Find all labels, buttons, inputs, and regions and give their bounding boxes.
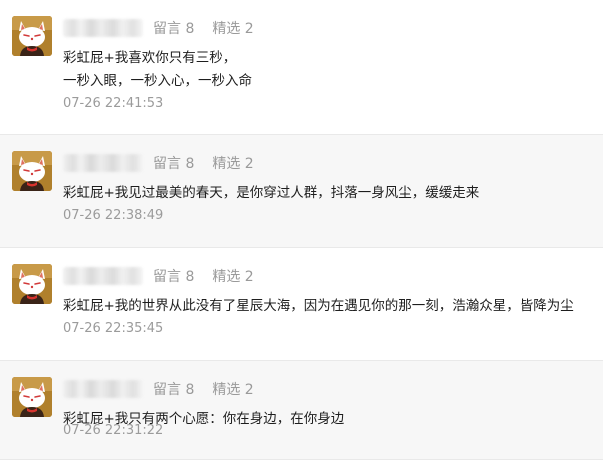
comment-meta: 留言 8 精选 2 bbox=[63, 151, 254, 175]
fox-mask-cat-icon[interactable] bbox=[12, 16, 52, 56]
comment-meta: 留言 8 精选 2 bbox=[63, 16, 254, 40]
author-name-blurred bbox=[63, 267, 143, 285]
comment-item: 留言 8 精选 2 彩虹屁+我见过最美的春天，是你穿过人群，抖落一身风尘，缓缓走… bbox=[0, 135, 603, 248]
comment-item: 留言 8 精选 2 彩虹屁+我的世界从此没有了星辰大海，因为在遇见你的那一刻，浩… bbox=[0, 248, 603, 361]
comment-timestamp: 07-26 22:41:53 bbox=[63, 96, 164, 111]
comment-line: 彩虹屁+我的世界从此没有了星辰大海，因为在遇见你的那一刻，浩瀚众星，皆降为尘 bbox=[63, 298, 574, 314]
comment-timestamp: 07-26 22:35:45 bbox=[63, 321, 164, 336]
featured-count: 精选 2 bbox=[212, 382, 254, 398]
author-name-blurred bbox=[63, 380, 143, 398]
featured-count: 精选 2 bbox=[212, 269, 254, 285]
comment-line: 一秒入眼，一秒入心，一秒入命 bbox=[63, 73, 252, 89]
fox-mask-cat-icon[interactable] bbox=[12, 377, 52, 417]
author-name-blurred bbox=[63, 154, 143, 172]
comment-meta: 留言 8 精选 2 bbox=[63, 264, 254, 288]
comment-text: 彩虹屁+我喜欢你只有三秒， 一秒入眼，一秒入心，一秒入命 bbox=[63, 47, 252, 93]
comment-timestamp: 07-26 22:31:22 bbox=[63, 423, 164, 438]
fox-mask-cat-icon[interactable] bbox=[12, 264, 52, 304]
comment-text: 彩虹屁+我的世界从此没有了星辰大海，因为在遇见你的那一刻，浩瀚众星，皆降为尘 bbox=[63, 295, 574, 318]
message-count: 留言 8 bbox=[153, 21, 195, 37]
message-count: 留言 8 bbox=[153, 156, 195, 172]
comment-item: 留言 8 精选 2 彩虹屁+我喜欢你只有三秒， 一秒入眼，一秒入心，一秒入命 07… bbox=[0, 0, 603, 135]
message-count: 留言 8 bbox=[153, 269, 195, 285]
comment-list: 留言 8 精选 2 彩虹屁+我喜欢你只有三秒， 一秒入眼，一秒入心，一秒入命 07… bbox=[0, 0, 603, 460]
comment-timestamp: 07-26 22:38:49 bbox=[63, 208, 164, 223]
comment-meta: 留言 8 精选 2 bbox=[63, 377, 254, 401]
message-count: 留言 8 bbox=[153, 382, 195, 398]
comment-item: 留言 8 精选 2 彩虹屁+我只有两个心愿：你在身边，在你身边 07-26 22… bbox=[0, 361, 603, 460]
comment-line: 彩虹屁+我见过最美的春天，是你穿过人群，抖落一身风尘，缓缓走来 bbox=[63, 185, 480, 201]
fox-mask-cat-icon[interactable] bbox=[12, 151, 52, 191]
featured-count: 精选 2 bbox=[212, 21, 254, 37]
comment-text: 彩虹屁+我见过最美的春天，是你穿过人群，抖落一身风尘，缓缓走来 bbox=[63, 182, 479, 205]
featured-count: 精选 2 bbox=[212, 156, 254, 172]
author-name-blurred bbox=[63, 19, 143, 37]
comment-line: 彩虹屁+我喜欢你只有三秒， bbox=[63, 50, 237, 66]
